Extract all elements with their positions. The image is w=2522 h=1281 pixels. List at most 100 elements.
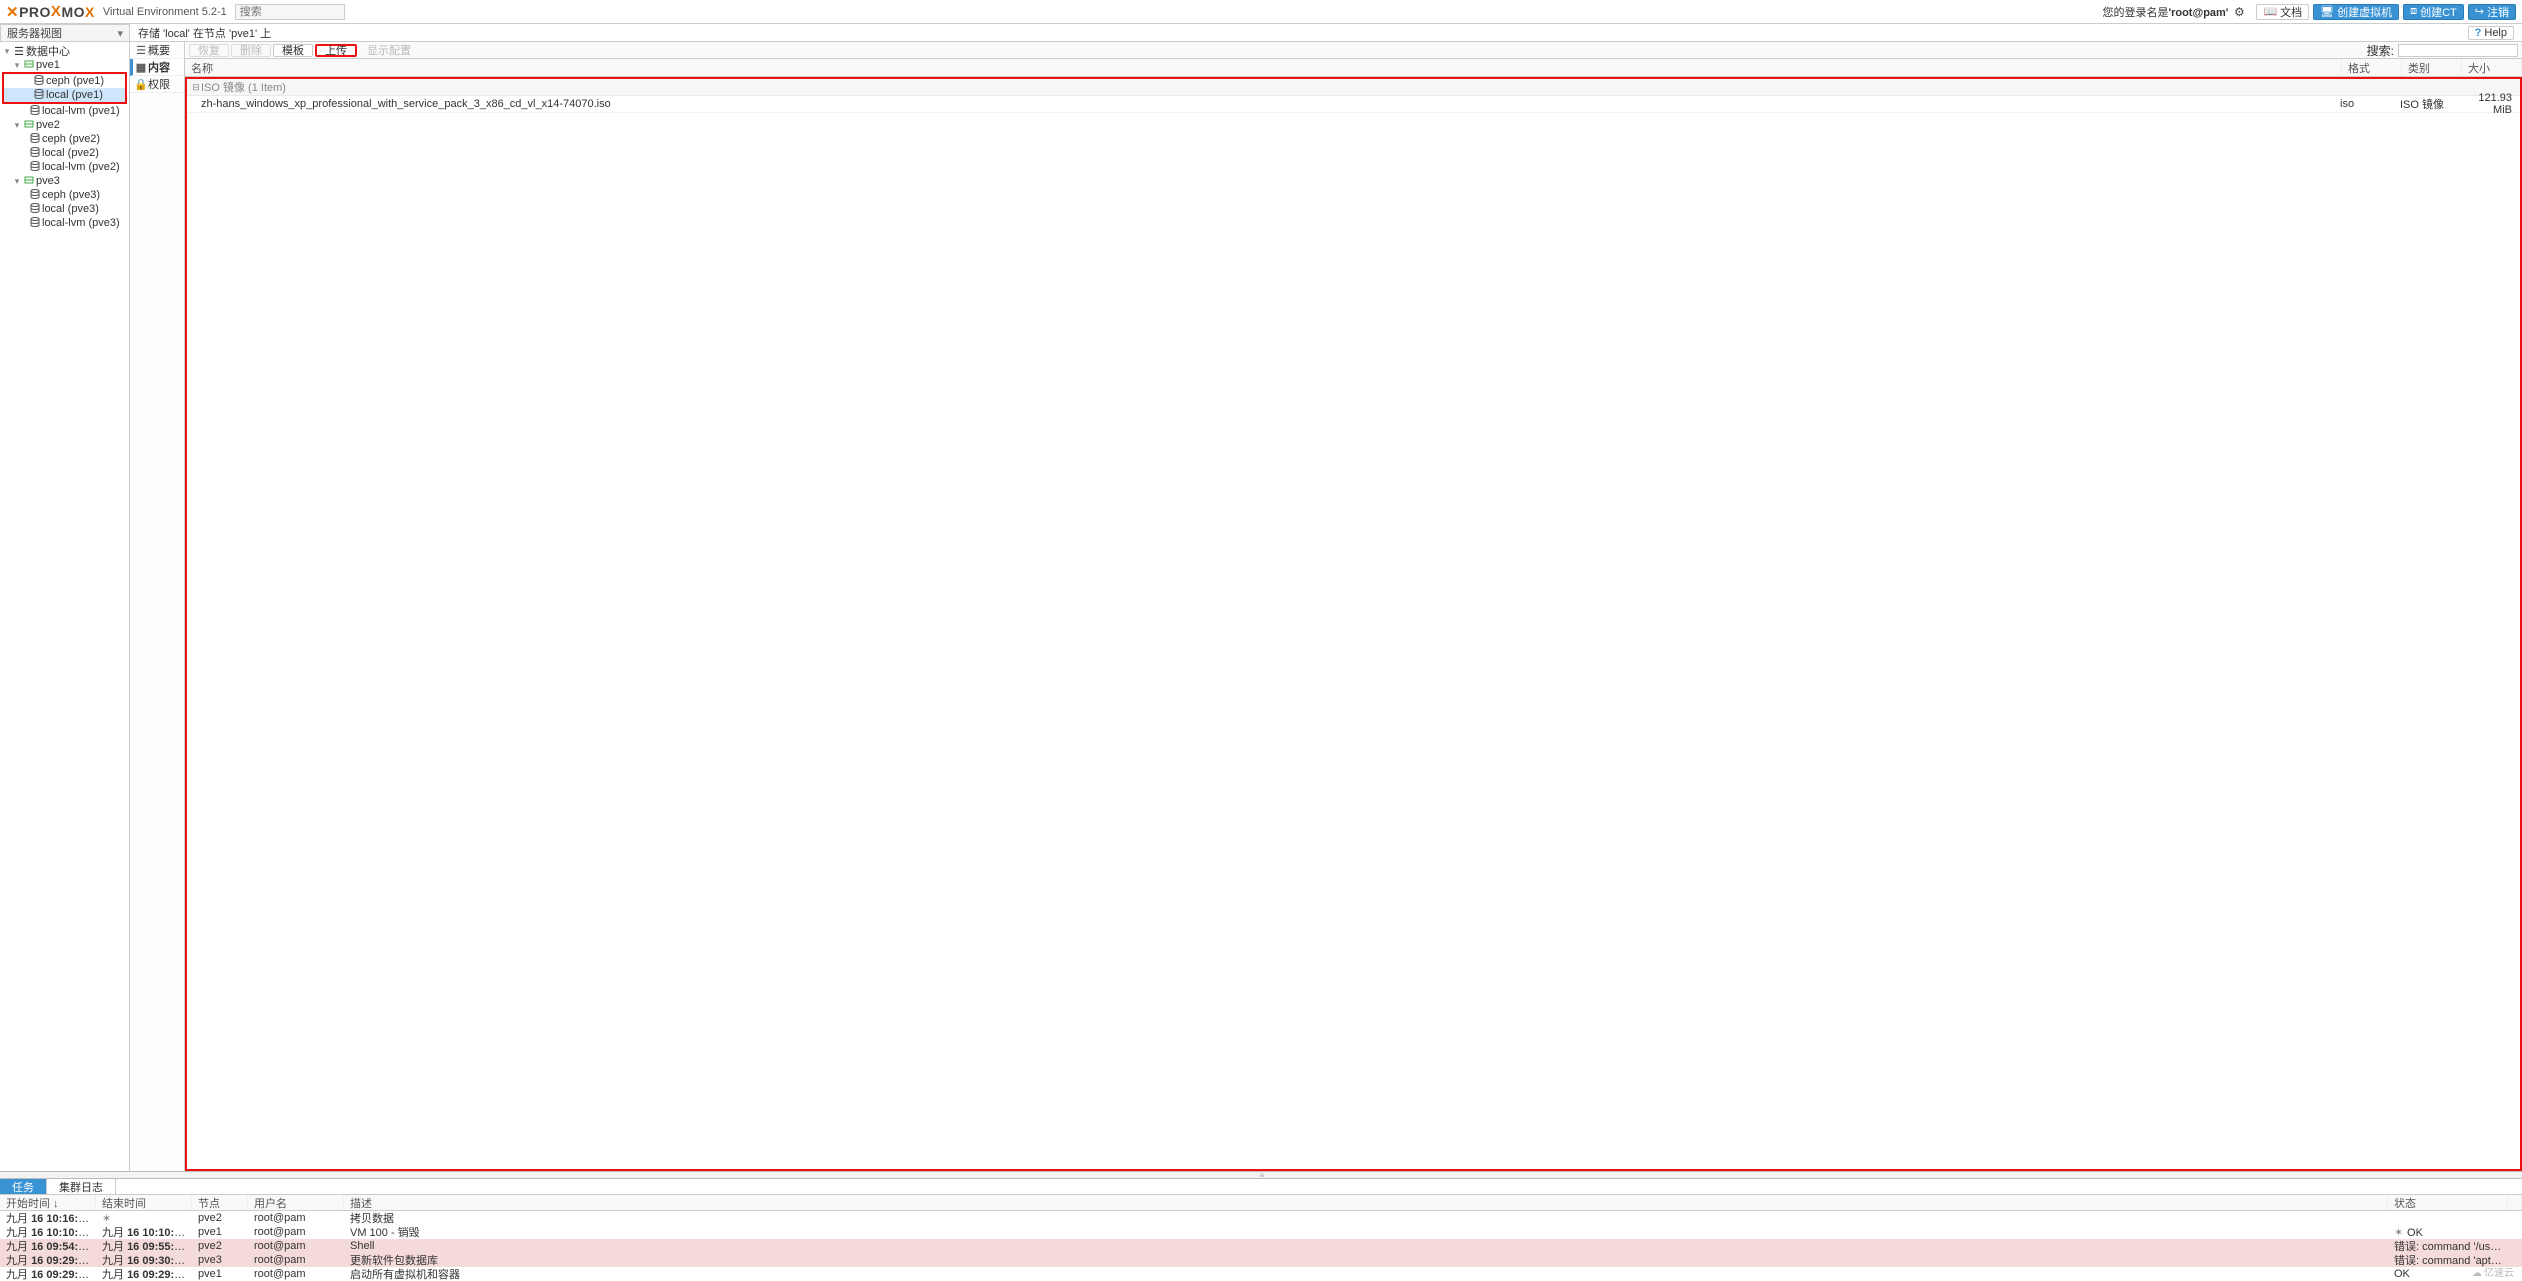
logout-button[interactable]: ↪注销 <box>2468 4 2516 20</box>
create-vm-button[interactable]: 🖥创建虚拟机 <box>2313 4 2399 20</box>
login-info: 您的登录名是'root@pam' <box>2102 4 2228 20</box>
spinner-icon: ✶ <box>2394 1226 2404 1236</box>
watermark: ☁亿速云 <box>2472 1264 2514 1279</box>
view-selector-label: 服务器视图 <box>7 25 62 41</box>
version-label: Virtual Environment 5.2-1 <box>103 6 227 18</box>
tab-cluster-log[interactable]: 集群日志 <box>47 1179 116 1194</box>
grid-row[interactable]: zh-hans_windows_xp_professional_with_ser… <box>187 96 2520 113</box>
logo-text: X <box>85 4 95 20</box>
lock-icon: 🔒 <box>134 78 148 91</box>
resource-tree: ▾ ☰ 数据中心 ▾pve1 ceph (pve1)local (pve1) loc… <box>0 42 130 1171</box>
collapse-icon[interactable]: ⊟ <box>191 82 201 93</box>
log-row[interactable]: 九月 16 09:29:04九月 16 09:29:04pve1root@pam… <box>0 1267 2522 1281</box>
view-selector[interactable]: 服务器视图 ▾ <box>0 24 130 42</box>
monitor-icon: 🖥 <box>2320 5 2334 18</box>
tree-storage-item[interactable]: ceph (pve3) <box>0 188 129 202</box>
side-tabs: ☰概要 ▦内容 🔒权限 <box>130 42 185 1171</box>
col-name[interactable]: 名称 <box>185 59 2342 76</box>
global-search-input[interactable] <box>235 4 345 20</box>
log-tabs: 任务 集群日志 <box>0 1179 2522 1195</box>
logo-text: PRO <box>19 4 51 20</box>
storage-icon <box>28 217 42 230</box>
collapse-icon[interactable]: ▾ <box>12 60 22 71</box>
storage-icon <box>28 133 42 146</box>
cube-icon: ⧈ <box>2410 5 2417 18</box>
tab-permissions[interactable]: 🔒权限 <box>130 76 184 93</box>
storage-icon <box>28 105 42 118</box>
col-size[interactable]: 大小 <box>2462 59 2522 76</box>
log-row[interactable]: 九月 16 09:54:54九月 16 09:55:04pve2root@pam… <box>0 1239 2522 1253</box>
col-status[interactable]: 状态 <box>2388 1195 2508 1210</box>
spinner-icon: ✶ <box>102 1212 112 1222</box>
list-icon: ☰ <box>134 44 148 57</box>
node-icon <box>22 119 36 132</box>
create-ct-button[interactable]: ⧈创建CT <box>2403 4 2464 20</box>
tree-storage-item[interactable]: local-lvm (pve3) <box>0 216 129 230</box>
book-icon: 📖 <box>2263 5 2277 18</box>
help-button[interactable]: ?Help <box>2468 26 2514 40</box>
tab-content[interactable]: ▦内容 <box>130 59 184 76</box>
tree-datacenter[interactable]: ▾ ☰ 数据中心 <box>0 44 129 58</box>
content-grid: ⊟ ISO 镜像 (1 Item) zh-hans_windows_xp_pro… <box>185 77 2522 1171</box>
delete-button[interactable]: 删除 <box>231 44 271 57</box>
tree-node[interactable]: ▾pve1 <box>0 58 129 72</box>
node-icon <box>22 175 36 188</box>
tree-storage-item[interactable]: ceph (pve1) <box>4 74 125 88</box>
node-icon <box>22 59 36 72</box>
group-header[interactable]: ⊟ ISO 镜像 (1 Item) <box>187 79 2520 96</box>
grid-search-input[interactable] <box>2398 44 2518 57</box>
log-row[interactable]: 九月 16 09:29:07九月 16 09:30:30pve3root@pam… <box>0 1253 2522 1267</box>
log-row[interactable]: 九月 16 10:16:23✶pve2root@pam拷贝数据 <box>0 1211 2522 1225</box>
tree-node[interactable]: ▾pve2 <box>0 118 129 132</box>
col-user[interactable]: 用户名 <box>248 1195 344 1210</box>
tab-summary[interactable]: ☰概要 <box>130 42 184 59</box>
storage-icon <box>28 147 42 160</box>
tree-node[interactable]: ▾pve3 <box>0 174 129 188</box>
splitter[interactable]: ≡ <box>0 1171 2522 1179</box>
col-end-time[interactable]: 结束时间 <box>96 1195 192 1210</box>
template-button[interactable]: 模板 <box>273 44 313 57</box>
show-config-button[interactable]: 显示配置 <box>359 44 419 57</box>
tree-storage-item[interactable]: local (pve1) <box>4 88 125 102</box>
content-toolbar: 恢复 删除 模板 上传 显示配置 搜索: <box>185 42 2522 59</box>
col-desc[interactable]: 描述 <box>344 1195 2388 1210</box>
tree-storage-item[interactable]: local-lvm (pve1) <box>0 104 129 118</box>
collapse-icon[interactable]: ▾ <box>12 120 22 131</box>
grid-header: 名称 格式 类别 大小 <box>185 59 2522 77</box>
scrollbar-head <box>2508 1195 2522 1210</box>
storage-icon <box>28 189 42 202</box>
col-node[interactable]: 节点 <box>192 1195 248 1210</box>
tab-tasks[interactable]: 任务 <box>0 1179 47 1194</box>
log-body: 九月 16 10:16:23✶pve2root@pam拷贝数据九月 16 10:… <box>0 1211 2522 1281</box>
tree-storage-item[interactable]: ceph (pve2) <box>0 132 129 146</box>
collapse-icon[interactable]: ▾ <box>2 46 12 57</box>
log-row[interactable]: 九月 16 10:10:41九月 16 10:10:44pve1root@pam… <box>0 1225 2522 1239</box>
col-format[interactable]: 格式 <box>2342 59 2402 76</box>
global-search[interactable] <box>235 4 345 20</box>
logo-text: MO <box>61 4 85 20</box>
logo-text: X <box>51 3 62 20</box>
logout-icon: ↪ <box>2475 5 2484 18</box>
gear-icon[interactable]: ⚙ <box>2232 5 2246 19</box>
datacenter-icon: ☰ <box>12 45 26 58</box>
help-icon: ? <box>2475 27 2482 39</box>
tree-storage-item[interactable]: local (pve2) <box>0 146 129 160</box>
col-type[interactable]: 类别 <box>2402 59 2462 76</box>
breadcrumb-bar: 存储 'local' 在节点 'pve1' 上 ?Help <box>130 24 2522 42</box>
storage-icon <box>32 89 46 102</box>
collapse-icon[interactable]: ▾ <box>12 176 22 187</box>
storage-icon <box>32 75 46 88</box>
storage-icon <box>28 161 42 174</box>
logo: ✕ PRO X MO X <box>6 3 95 21</box>
tree-storage-item[interactable]: local (pve3) <box>0 202 129 216</box>
breadcrumb-text: 存储 'local' 在节点 'pve1' 上 <box>138 25 271 41</box>
upload-button[interactable]: 上传 <box>315 44 357 57</box>
tree-storage-item[interactable]: local-lvm (pve2) <box>0 160 129 174</box>
storage-icon <box>28 203 42 216</box>
col-start-time[interactable]: 开始时间 ↓ <box>0 1195 96 1210</box>
grid-search-label: 搜索: <box>2367 42 2394 59</box>
restore-button[interactable]: 恢复 <box>189 44 229 57</box>
docs-button[interactable]: 📖文档 <box>2256 4 2309 20</box>
top-bar: ✕ PRO X MO X Virtual Environment 5.2-1 您… <box>0 0 2522 24</box>
grid-icon: ▦ <box>134 61 148 74</box>
